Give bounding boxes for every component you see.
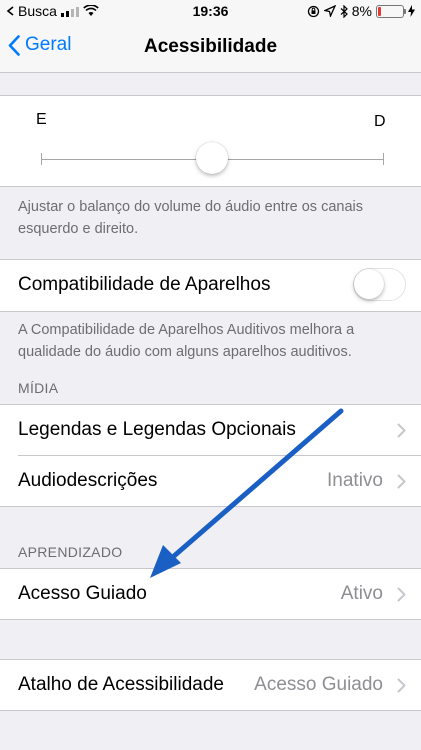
balance-right-label: D [374,113,386,130]
learning-section-header: APRENDIZADO [18,544,123,560]
battery-icon [376,4,406,18]
orientation-lock-icon [307,5,319,17]
hearing-aid-label: Compatibilidade de Aparelhos [18,274,271,295]
chevron-right-icon [397,587,406,602]
media-group: Legendas e Legendas Opcionais Audiodescr… [0,404,421,507]
shortcut-group: Atalho de Acessibilidade Acesso Guiado [0,659,421,711]
accessibility-shortcut-row[interactable]: Atalho de Acessibilidade Acesso Guiado [0,660,421,710]
charging-bolt-icon [408,5,415,17]
audio-descriptions-value: Inativo [327,470,383,491]
status-bar: Busca 19:36 8% [0,0,421,22]
balance-tick-left [41,153,42,165]
hearing-aid-footer: A Compatibilidade de Aparelhos Auditivos… [18,322,355,360]
learning-group: Acesso Guiado Ativo [0,568,421,620]
accessibility-shortcut-label: Atalho de Acessibilidade [18,674,224,695]
toggle-knob [354,269,384,299]
location-icon [323,5,336,17]
balance-footer: Ajustar o balanço do volume do áudio ent… [18,199,363,237]
battery-percent: 8% [351,3,372,19]
bluetooth-icon [340,4,348,18]
balance-tick-right [383,153,384,165]
balance-slider-thumb[interactable] [196,142,228,174]
balance-left-label: E [36,111,47,128]
captions-row[interactable]: Legendas e Legendas Opcionais [0,405,421,455]
chevron-right-icon [397,423,406,438]
audio-descriptions-label: Audiodescrições [18,470,158,491]
top-bar: Busca 19:36 8% Geral Acessibilidade [0,0,421,73]
guided-access-value: Ativo [340,583,383,604]
accessibility-shortcut-value: Acesso Guiado [254,674,383,695]
media-section-header: MÍDIA [18,380,59,396]
hearing-aid-toggle[interactable] [353,268,406,301]
audio-descriptions-row[interactable]: Audiodescrições Inativo [0,456,421,506]
captions-label: Legendas e Legendas Opcionais [18,419,296,440]
page-title: Acessibilidade [143,36,278,57]
guided-access-row[interactable]: Acesso Guiado Ativo [0,569,421,619]
chevron-right-icon [397,474,406,489]
guided-access-label: Acesso Guiado [18,583,147,604]
chevron-right-icon [397,678,406,693]
